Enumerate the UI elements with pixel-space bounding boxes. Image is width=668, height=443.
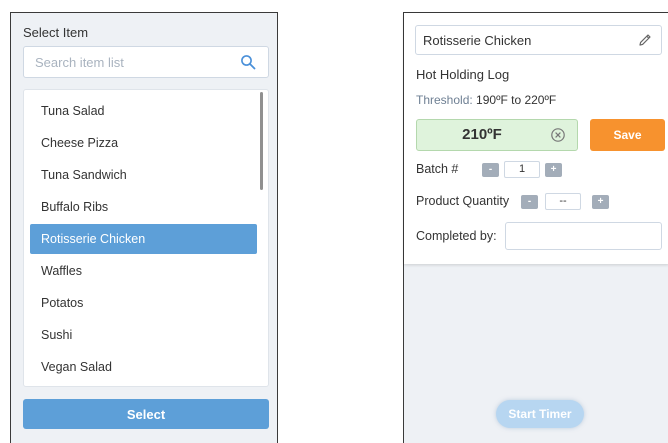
list-scrollbar[interactable] — [260, 92, 263, 190]
item-list[interactable]: Tuna Salad Cheese Pizza Tuna Sandwich Bu… — [23, 89, 269, 387]
list-item[interactable]: Tuna Sandwich — [30, 160, 257, 190]
threshold: Threshold: 190ºF to 220ºF — [416, 93, 556, 107]
quantity-label: Product Quantity — [416, 194, 510, 208]
hot-holding-panel: Rotisserie Chicken Hot Holding Log Thres… — [403, 12, 668, 443]
log-card: Rotisserie Chicken Hot Holding Log Thres… — [404, 13, 668, 264]
list-item[interactable]: Waffles — [30, 256, 257, 286]
clear-circle-icon[interactable] — [550, 127, 566, 143]
list-item[interactable]: Vegan Salad — [30, 352, 257, 382]
list-item[interactable]: Buffalo Ribs — [30, 192, 257, 222]
start-timer-button[interactable]: Start Timer — [496, 400, 584, 428]
batch-label: Batch # — [416, 162, 459, 176]
select-item-panel: Select Item Tuna Salad Cheese Pizza Tuna… — [10, 12, 278, 443]
list-item[interactable]: Tuna Salad — [30, 96, 257, 126]
item-name: Rotisserie Chicken — [423, 33, 532, 48]
panel-title: Select Item — [23, 25, 89, 40]
completed-by-label: Completed by: — [416, 229, 497, 243]
batch-value[interactable]: 1 — [504, 161, 540, 178]
batch-minus-button[interactable]: - — [482, 163, 499, 177]
threshold-label: Threshold: — [416, 93, 473, 107]
search-input[interactable] — [24, 47, 234, 77]
temperature-field[interactable]: 210ºF — [416, 119, 578, 151]
log-title: Hot Holding Log — [416, 67, 510, 82]
quantity-plus-button[interactable]: + — [592, 195, 609, 209]
list-item[interactable]: Potatos — [30, 288, 257, 318]
batch-plus-button[interactable]: + — [545, 163, 562, 177]
search-box[interactable] — [23, 46, 269, 78]
save-button[interactable]: Save — [590, 119, 665, 151]
list-item[interactable]: Sushi — [30, 320, 257, 350]
quantity-value[interactable]: -- — [545, 193, 581, 210]
pencil-icon[interactable] — [637, 32, 653, 48]
completed-by-field[interactable] — [505, 222, 662, 250]
select-button[interactable]: Select — [23, 399, 269, 429]
quantity-minus-button[interactable]: - — [521, 195, 538, 209]
list-item-selected[interactable]: Rotisserie Chicken — [30, 224, 257, 254]
temperature-value: 210ºF — [462, 126, 502, 143]
list-item[interactable]: Cheese Pizza — [30, 128, 257, 158]
search-icon[interactable] — [240, 54, 256, 70]
item-name-field[interactable]: Rotisserie Chicken — [415, 25, 662, 55]
threshold-value: 190ºF to 220ºF — [476, 93, 557, 107]
